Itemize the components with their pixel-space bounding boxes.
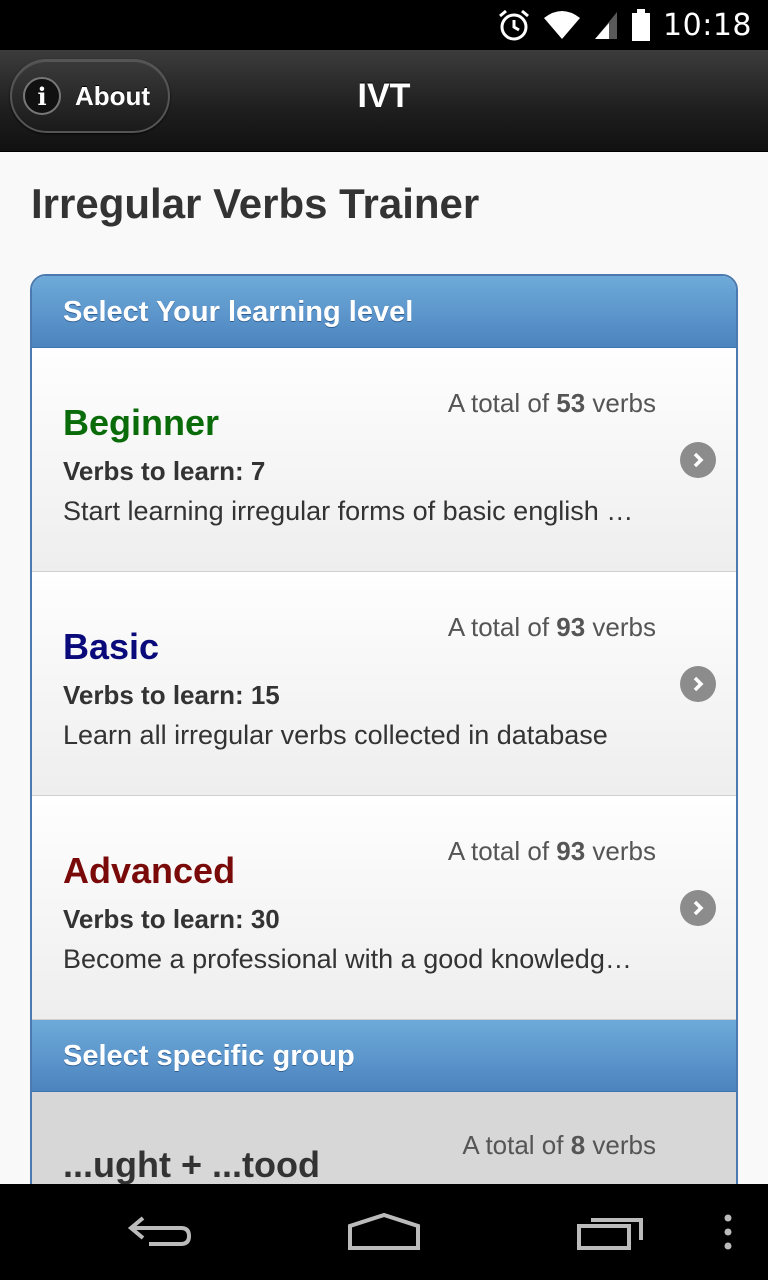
overflow-menu-button[interactable]: [708, 1184, 748, 1280]
wifi-icon: [544, 11, 581, 39]
group-name: ...ught + ...tood: [63, 1144, 320, 1184]
verbs-to-learn: Verbs to learn: 30: [63, 904, 280, 934]
header-title: IVT: [357, 77, 411, 115]
verb-count: A total of 93 verbs: [447, 612, 656, 642]
level-name: Advanced: [63, 850, 236, 891]
alarm-icon: [499, 9, 529, 41]
home-icon: [348, 1212, 420, 1250]
level-name: Beginner: [63, 402, 220, 443]
level-item-beginner[interactable]: Beginner A total of 53 verbs Verbs to le…: [32, 348, 736, 572]
header-bar: i About IVT: [0, 50, 768, 152]
back-button[interactable]: [110, 1184, 210, 1280]
level-item-advanced[interactable]: Advanced A total of 93 verbs Verbs to le…: [32, 796, 736, 1020]
overflow-menu-icon: [724, 1214, 732, 1250]
verbs-to-learn: Verbs to learn: 15: [63, 680, 280, 710]
back-icon: [127, 1216, 192, 1246]
system-nav-bar: [0, 1184, 768, 1280]
clock: 10:18: [663, 7, 752, 43]
groups-divider: Select specific group: [32, 1020, 736, 1092]
page-title: Irregular Verbs Trainer: [31, 180, 480, 227]
level-description: Learn all irregular verbs collected in d…: [63, 720, 608, 750]
verb-count: A total of 93 verbs: [447, 836, 656, 866]
levels-divider: Select Your learning level: [32, 276, 736, 348]
verb-count: A total of 8 verbs: [462, 1130, 656, 1160]
verb-count: A total of 53 verbs: [447, 388, 656, 418]
status-bar: 10:18: [0, 0, 768, 50]
recent-apps-icon: [577, 1218, 643, 1250]
chevron-right-icon: [680, 666, 716, 702]
level-description: Become a professional with a good knowle…: [63, 944, 632, 974]
home-button[interactable]: [334, 1184, 434, 1280]
group-item[interactable]: ...ught + ...tood A total of 8 verbs: [32, 1092, 736, 1184]
level-list: Select Your learning level Beginner A to…: [30, 274, 738, 1184]
recent-apps-button[interactable]: [560, 1184, 660, 1280]
chevron-right-icon: [680, 890, 716, 926]
level-item-basic[interactable]: Basic A total of 93 verbs Verbs to learn…: [32, 572, 736, 796]
chevron-right-icon: [680, 442, 716, 478]
level-description: Start learning irregular forms of basic …: [63, 496, 634, 526]
verbs-to-learn: Verbs to learn: 7: [63, 456, 266, 486]
signal-icon: [595, 12, 618, 39]
level-name: Basic: [63, 626, 160, 667]
battery-icon: [632, 9, 651, 41]
main-content: Irregular Verbs Trainer Select Your lear…: [0, 152, 768, 1184]
